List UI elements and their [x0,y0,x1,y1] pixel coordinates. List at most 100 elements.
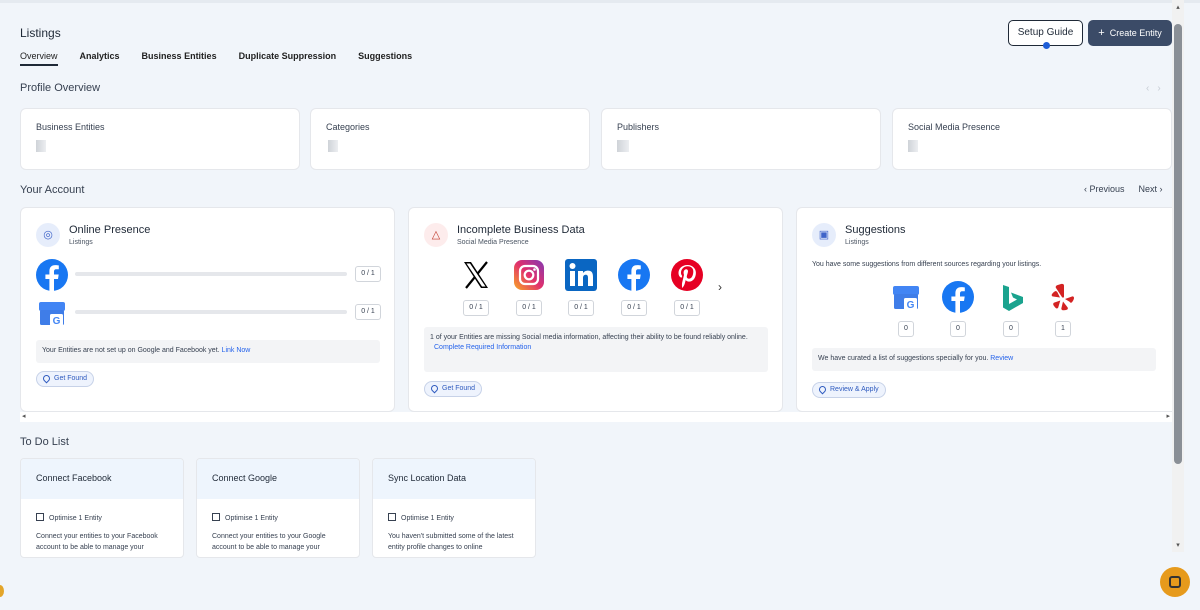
progress-bar [75,310,347,314]
stat-card-social-media-presence: Social Media Presence [892,108,1172,170]
suggestions-intro: You have some suggestions from different… [812,261,1042,268]
scroll-left-icon[interactable]: ◂ [22,412,26,422]
plus-icon: + [1098,27,1105,39]
card-title: Incomplete Business Data [457,224,585,236]
tab-overview[interactable]: Overview [20,51,58,66]
chevron-right-icon[interactable]: › [1157,83,1168,94]
review-link[interactable]: Review [990,355,1013,362]
scroll-down-icon[interactable]: ▾ [1174,542,1182,550]
tab-analytics[interactable]: Analytics [80,51,120,66]
previous-button[interactable]: ‹ Previous [1084,184,1125,194]
info-note: Your Entities are not set up on Google a… [36,340,380,363]
notification-dot [1043,42,1050,49]
location-pin-icon [429,383,440,394]
stat-value-loading [617,140,629,152]
link-now-link[interactable]: Link Now [222,347,251,354]
review-apply-label: Review & Apply [830,386,879,393]
account-pager: ‹ Previous Next › [1084,184,1163,194]
card-subtitle: Listings [69,239,93,246]
todo-card-sync-location-data[interactable]: Sync Location Data Optimise 1 Entity You… [372,458,536,558]
stat-card-business-entities: Business Entities [20,108,300,170]
bing-icon [1003,285,1023,311]
card-subtitle: Listings [845,239,869,246]
todo-title: Connect Facebook [21,459,183,499]
todo-card-connect-google[interactable]: Connect Google Optimise 1 Entity Connect… [196,458,360,558]
card-title: Suggestions [845,224,906,236]
svg-text:G: G [907,300,915,311]
x-icon [464,261,488,289]
chevron-right-icon: › [1159,184,1163,194]
create-entity-label: Create Entity [1109,28,1162,38]
tab-duplicate-suppression[interactable]: Duplicate Suppression [239,51,337,66]
facebook-icon [618,259,650,291]
listings-page: Listings Overview Analytics Business Ent… [0,0,1172,610]
todo-title: Sync Location Data [373,459,535,499]
svg-text:G: G [53,316,61,327]
tab-business-entities[interactable]: Business Entities [142,51,217,66]
horizontal-scrollbar[interactable]: ◂ ▸ [20,412,1172,422]
yelp-icon [1051,283,1075,311]
info-note: 1 of your Entities are missing Social me… [424,327,768,372]
stat-value-loading [328,140,338,152]
count-badge: 0 / 1 [621,300,647,316]
stat-label: Publishers [617,122,660,132]
page-title: Listings [20,26,61,40]
todo-title: Connect Google [197,459,359,499]
document-icon: ▣ [812,223,836,247]
profile-pager: ‹› [1146,83,1169,94]
count-badge: 1 [1055,321,1071,337]
todo-optimise: Optimise 1 Entity [388,513,454,522]
tab-bar: Overview Analytics Business Entities Dup… [20,51,412,66]
pinterest-icon [671,259,703,291]
note-text: We have curated a list of suggestions sp… [818,355,989,362]
profile-overview-title: Profile Overview [20,82,101,94]
stat-card-categories: Categories [310,108,590,170]
globe-icon: ◎ [36,223,60,247]
note-text: 1 of your Entities are missing Social me… [430,334,748,341]
vertical-scrollbar[interactable]: ▴ ▾ [1172,0,1184,552]
your-account-title: Your Account [20,184,85,196]
todo-card-connect-facebook[interactable]: Connect Facebook Optimise 1 Entity Conne… [20,458,184,558]
scroll-right-icon[interactable]: ▸ [1166,412,1170,422]
setup-guide-label: Setup Guide [1017,27,1074,38]
tab-suggestions[interactable]: Suggestions [358,51,412,66]
get-found-button[interactable]: Get Found [36,371,95,387]
get-found-label: Get Found [442,385,476,392]
next-button[interactable]: Next › [1139,184,1163,194]
card-subtitle: Social Media Presence [457,239,529,246]
get-found-button[interactable]: Get Found [424,381,483,397]
location-pin-icon [817,384,828,395]
todo-optimise: Optimise 1 Entity [212,513,278,522]
info-note: We have curated a list of suggestions sp… [812,348,1156,371]
building-icon [212,513,220,521]
chevron-right-icon[interactable]: › [718,280,722,294]
count-badge: 0 [950,321,966,337]
scroll-up-icon[interactable]: ▴ [1174,4,1182,12]
incomplete-business-data-card: △ Incomplete Business Data Social Media … [408,207,783,412]
count-badge: 0 / 1 [355,304,381,320]
google-business-icon: G [893,286,919,311]
chat-icon [1169,576,1181,588]
facebook-icon [36,259,68,291]
suggestions-card: ▣ Suggestions Listings You have some sug… [796,207,1172,412]
todo-description: You haven't submitted some of the latest… [388,533,514,551]
chat-launcher-button[interactable] [1160,567,1190,597]
scroll-thumb[interactable] [1174,24,1182,464]
todo-description: Connect your entities to your Google acc… [212,533,326,551]
stat-label: Business Entities [36,122,105,132]
count-badge: 0 / 1 [463,300,489,316]
count-badge: 0 / 1 [674,300,700,316]
create-entity-button[interactable]: + Create Entity [1088,20,1172,46]
todo-optimise: Optimise 1 Entity [36,513,102,522]
count-badge: 0 / 1 [516,300,542,316]
google-business-icon: G [39,302,65,327]
review-apply-button[interactable]: Review & Apply [812,382,886,398]
stat-label: Social Media Presence [908,122,1001,132]
optimise-label: Optimise 1 Entity [49,515,102,522]
chevron-left-icon[interactable]: ‹ [1146,83,1157,94]
todo-description: Connect your entities to your Facebook a… [36,533,158,551]
complete-required-info-link[interactable]: Complete Required Information [434,344,531,351]
setup-guide-button[interactable]: Setup Guide [1008,20,1083,49]
stat-card-publishers: Publishers [601,108,881,170]
facebook-icon [942,281,974,313]
